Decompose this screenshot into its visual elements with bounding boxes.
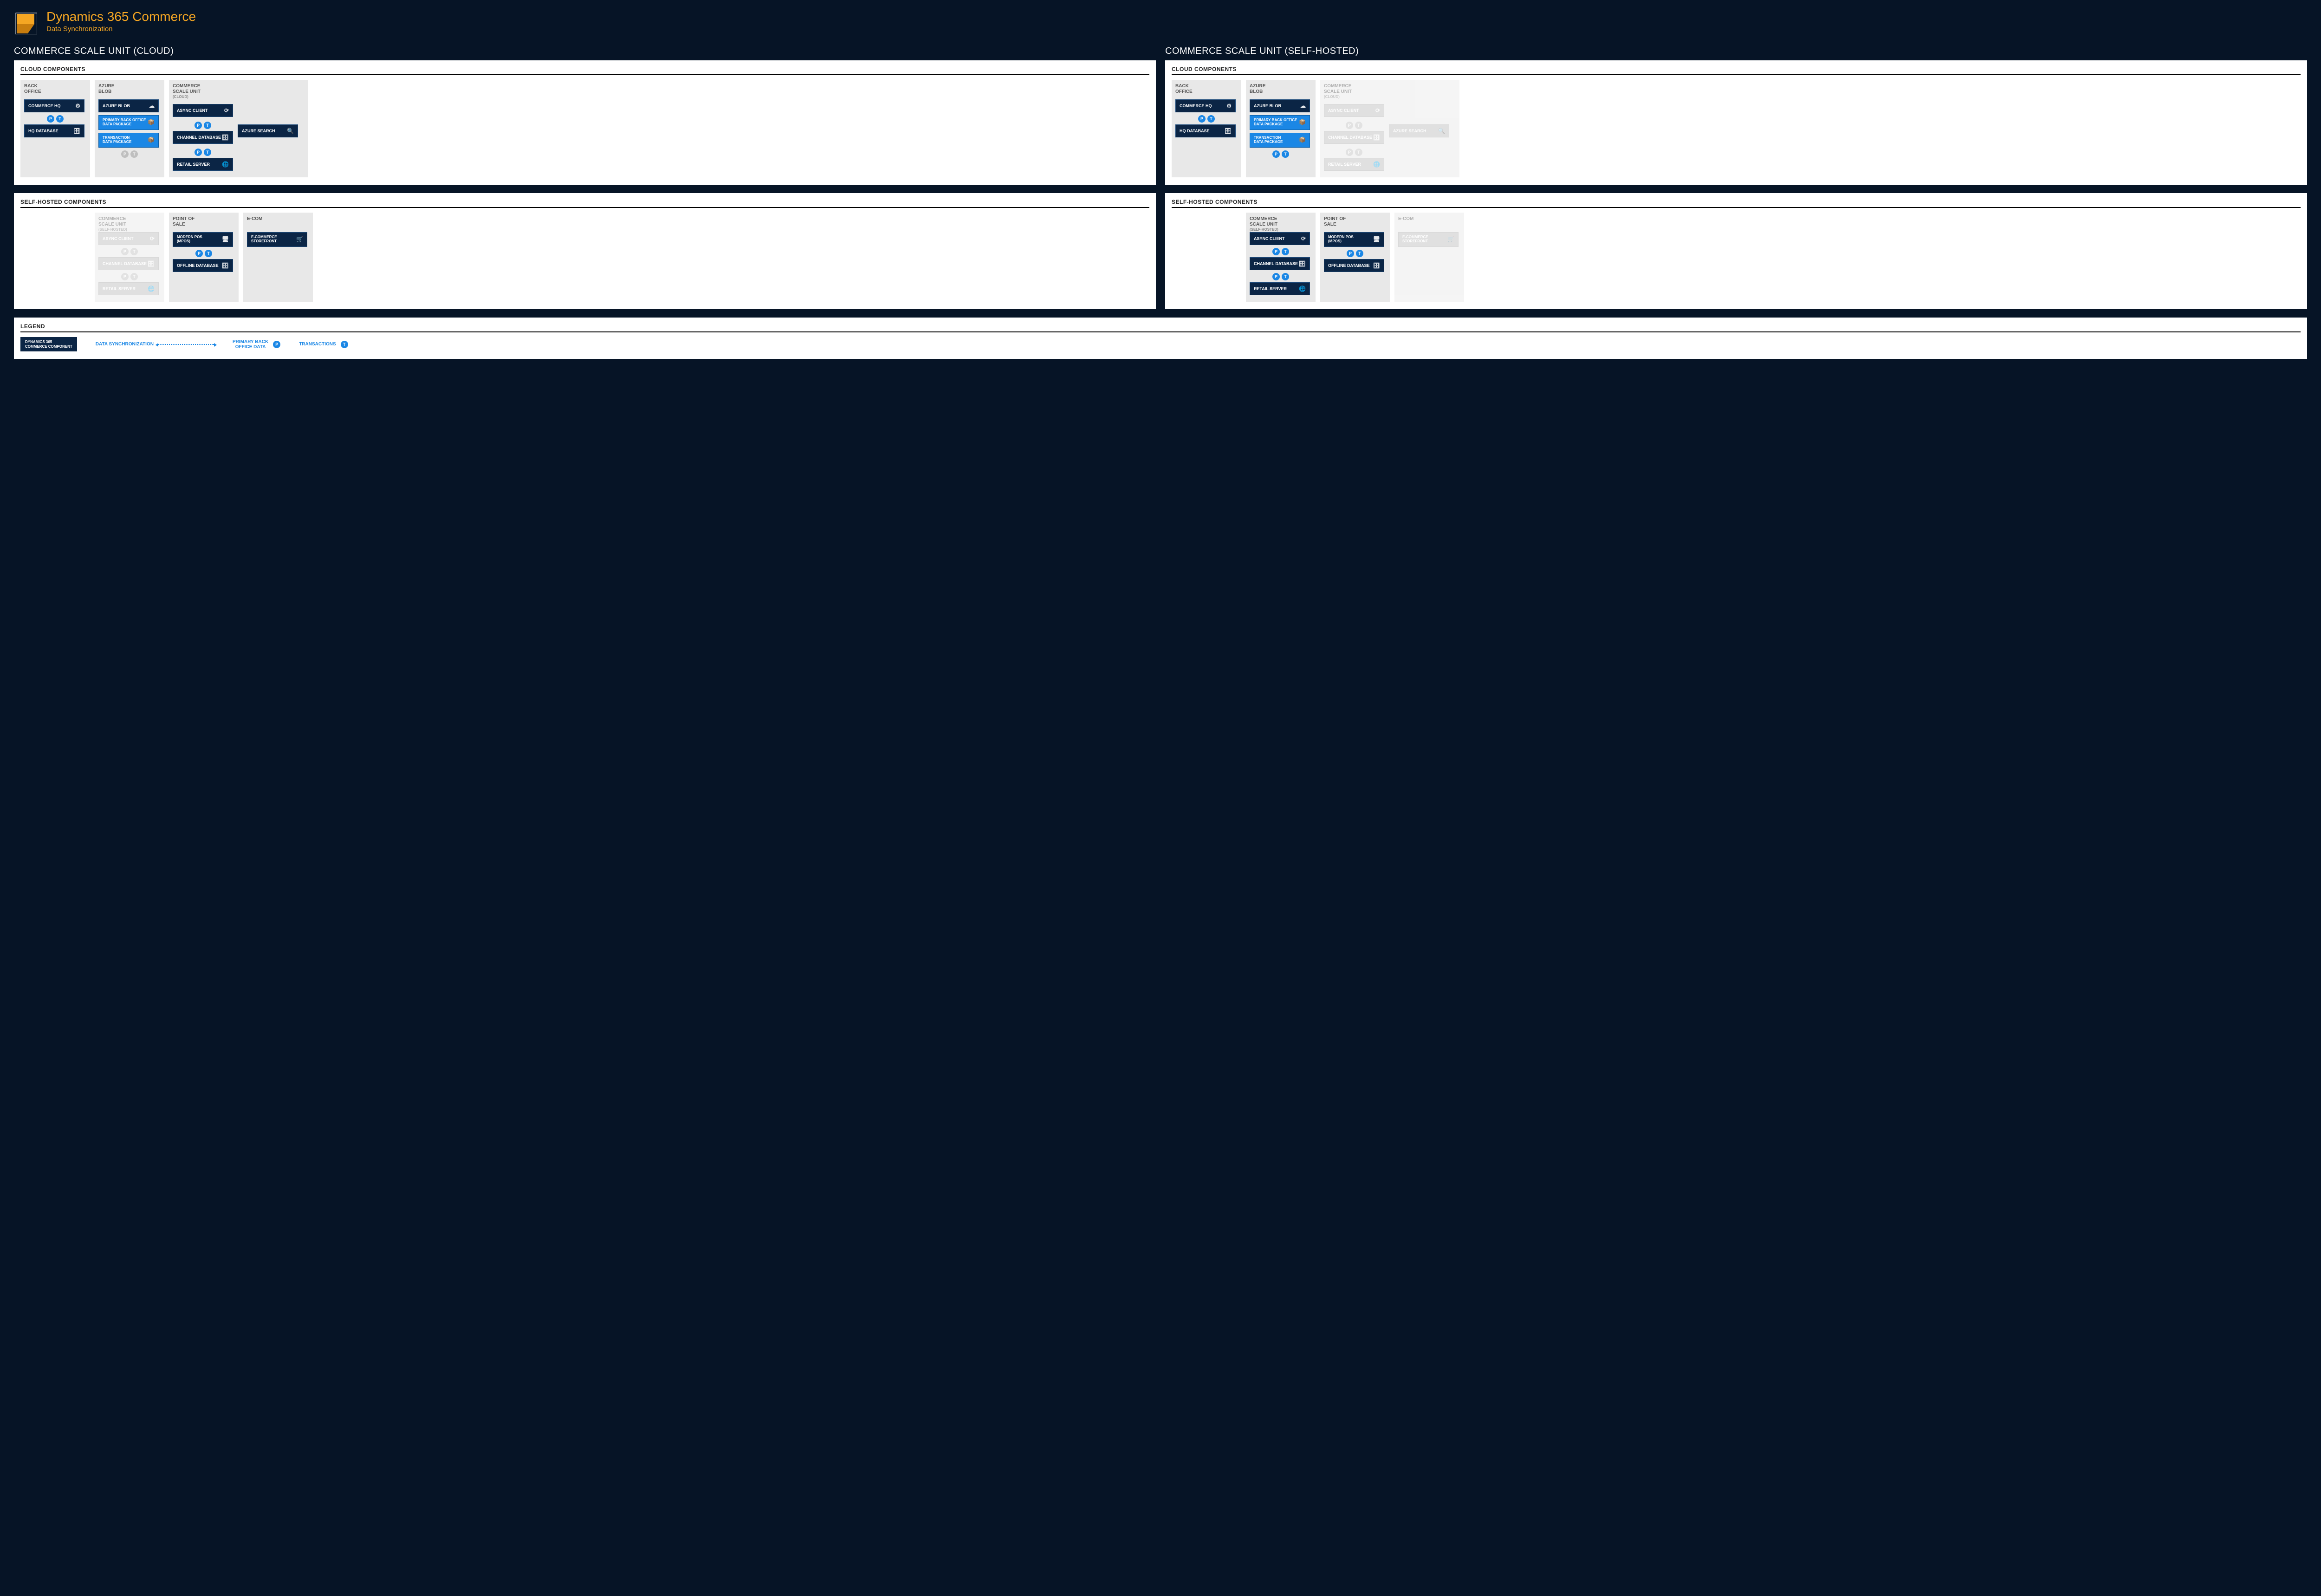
zone-csu-cloud: COMMERCE SCALE UNIT(CLOUD) ASYNC CLIENT⟳… — [169, 80, 308, 177]
storefront-icon: 🛒 — [296, 236, 303, 242]
cloud-icon: ☁ — [149, 103, 155, 109]
section-title-self: COMMERCE SCALE UNIT (SELF-HOSTED) — [1165, 46, 2307, 57]
globe-icon: 🌐 — [222, 161, 229, 168]
component-hq-database: HQ DATABASE🗄 — [1175, 124, 1236, 137]
component-commerce-hq: COMMERCE HQ⚙ — [1175, 99, 1236, 112]
zone-label: POINT OF SALE — [173, 216, 235, 228]
zone-back-office: BACK OFFICE COMMERCE HQ⚙ PT HQ DATABASE🗄 — [1172, 80, 1241, 177]
component-azure-blob: AZURE BLOB☁ — [98, 99, 159, 112]
panel-cloud-components-left: CLOUD COMPONENTS BACK OFFICE COMMERCE HQ… — [14, 60, 1156, 185]
panel-title: LEGEND — [20, 323, 2301, 332]
component-retail-server: RETAIL SERVER🌐 — [1250, 282, 1310, 295]
component-async-client-faded: ASYNC CLIENT⟳ — [1324, 104, 1384, 117]
component-primary-package: PRIMARY BACK OFFICE DATA PACKAGE📦 — [1250, 115, 1310, 130]
component-modern-pos: MODERN POS (MPOS)🖥 — [173, 232, 233, 247]
component-async-client: ASYNC CLIENT⟳ — [1250, 232, 1310, 245]
section-title-cloud: COMMERCE SCALE UNIT (CLOUD) — [14, 46, 1156, 57]
component-primary-package: PRIMARY BACK OFFICE DATA PACKAGE📦 — [98, 115, 159, 130]
legend-primary: PRIMARY BACK OFFICE DATA P — [233, 339, 280, 350]
zone-label: COMMERCE SCALE UNIT(SELF-HOSTED) — [98, 216, 161, 228]
zone-csu-self-faded: COMMERCE SCALE UNIT(SELF-HOSTED) ASYNC C… — [95, 213, 164, 302]
panel-title: CLOUD COMPONENTS — [20, 66, 1149, 75]
search-icon: 🔍 — [287, 128, 294, 134]
sync-icon: ⟳ — [224, 107, 229, 114]
badge-p-faded: P — [121, 150, 129, 158]
zone-ecom: E-COM E-COMMERCE STOREFRONT🛒 — [243, 213, 313, 302]
badge-t-faded: T — [130, 150, 138, 158]
zone-label: BACK OFFICE — [24, 84, 86, 96]
column-cloud: COMMERCE SCALE UNIT (CLOUD) CLOUD COMPON… — [14, 46, 1156, 318]
panel-title: CLOUD COMPONENTS — [1172, 66, 2301, 75]
zone-csu-cloud-faded: COMMERCE SCALE UNIT(CLOUD) ASYNC CLIENT⟳… — [1320, 80, 1459, 177]
component-channel-database-faded: CHANNEL DATABASE🗄 — [1324, 131, 1384, 144]
badge-p: P — [47, 115, 54, 123]
badge-t: T — [341, 341, 348, 348]
panel-title: SELF-HOSTED COMPONENTS — [20, 199, 1149, 208]
database-icon: 🗄 — [222, 262, 229, 269]
component-retail-server: RETAIL SERVER🌐 — [173, 158, 233, 171]
component-azure-search: AZURE SEARCH🔍 — [238, 124, 298, 137]
zone-label: AZURE BLOB — [98, 84, 161, 96]
component-commerce-hq: COMMERCE HQ⚙ — [24, 99, 84, 112]
column-self-hosted: COMMERCE SCALE UNIT (SELF-HOSTED) CLOUD … — [1165, 46, 2307, 318]
component-azure-blob: AZURE BLOB☁ — [1250, 99, 1310, 112]
component-retail-server-faded: RETAIL SERVER🌐 — [98, 282, 159, 295]
component-modern-pos: MODERN POS (MPOS)🖥 — [1324, 232, 1384, 247]
zone-azure-blob: AZURE BLOB AZURE BLOB☁ PRIMARY BACK OFFI… — [95, 80, 164, 177]
component-ecommerce-storefront-faded: E-COMMERCE STOREFRONT🛒 — [1398, 232, 1459, 247]
component-hq-database: HQ DATABASE🗄 — [24, 124, 84, 137]
gear-icon: ⚙ — [75, 103, 80, 109]
legend-transactions: TRANSACTIONS T — [299, 341, 348, 348]
component-channel-database: CHANNEL DATABASE🗄 — [1250, 257, 1310, 270]
component-async-client-faded: ASYNC CLIENT⟳ — [98, 232, 159, 245]
page-title: Dynamics 365 Commerce — [46, 9, 196, 24]
component-retail-server-faded: RETAIL SERVER🌐 — [1324, 158, 1384, 171]
component-azure-search-faded: AZURE SEARCH🔍 — [1389, 124, 1449, 137]
component-offline-database: OFFLINE DATABASE🗄 — [1324, 259, 1384, 272]
panel-selfhosted-components-right: SELF-HOSTED COMPONENTS COMMERCE SCALE UN… — [1165, 193, 2307, 309]
legend-component: DYNAMICS 365 COMMERCE COMPONENT — [20, 337, 77, 351]
panel-legend: LEGEND DYNAMICS 365 COMMERCE COMPONENT D… — [14, 318, 2307, 359]
dashed-arrow-icon — [158, 344, 214, 345]
zone-pos: POINT OF SALE MODERN POS (MPOS)🖥 PT OFFL… — [1320, 213, 1390, 302]
component-ecommerce-storefront: E-COMMERCE STOREFRONT🛒 — [247, 232, 307, 247]
panel-cloud-components-right: CLOUD COMPONENTS BACK OFFICE COMMERCE HQ… — [1165, 60, 2307, 185]
page-subtitle: Data Synchronization — [46, 25, 196, 33]
box-icon: 📦 — [148, 137, 155, 143]
zone-label: COMMERCE SCALE UNIT(CLOUD) — [173, 84, 305, 96]
zone-label: E-COM — [247, 216, 309, 228]
component-channel-database-faded: CHANNEL DATABASE🗄 — [98, 257, 159, 270]
badge-p: P — [273, 341, 280, 348]
zone-azure-blob: AZURE BLOB AZURE BLOB☁ PRIMARY BACK OFFI… — [1246, 80, 1316, 177]
component-offline-database: OFFLINE DATABASE🗄 — [173, 259, 233, 272]
component-channel-database: CHANNEL DATABASE🗄 — [173, 131, 233, 144]
component-transaction-package: TRANSACTION DATA PACKAGE📦 — [1250, 133, 1310, 148]
zone-back-office: BACK OFFICE COMMERCE HQ⚙ PT HQ DATABASE🗄 — [20, 80, 90, 177]
logo-icon — [14, 11, 37, 34]
panel-selfhosted-components-left: SELF-HOSTED COMPONENTS COMMERCE SCALE UN… — [14, 193, 1156, 309]
legend-data-sync: DATA SYNCHRONIZATION — [96, 342, 214, 347]
badge-t: T — [56, 115, 64, 123]
component-async-client: ASYNC CLIENT⟳ — [173, 104, 233, 117]
database-icon: 🗄 — [222, 134, 229, 141]
database-icon: 🗄 — [73, 128, 80, 134]
zone-pos: POINT OF SALE MODERN POS (MPOS)🖥 PT OFFL… — [169, 213, 239, 302]
zone-ecom-faded: E-COM E-COMMERCE STOREFRONT🛒 — [1394, 213, 1464, 302]
page-header: Dynamics 365 Commerce Data Synchronizati… — [14, 9, 2307, 34]
zone-csu-self: COMMERCE SCALE UNIT(SELF-HOSTED) ASYNC C… — [1246, 213, 1316, 302]
pos-icon: 🖥 — [222, 236, 229, 242]
box-icon: 📦 — [148, 119, 155, 125]
panel-title: SELF-HOSTED COMPONENTS — [1172, 199, 2301, 208]
component-transaction-package: TRANSACTION DATA PACKAGE📦 — [98, 133, 159, 148]
